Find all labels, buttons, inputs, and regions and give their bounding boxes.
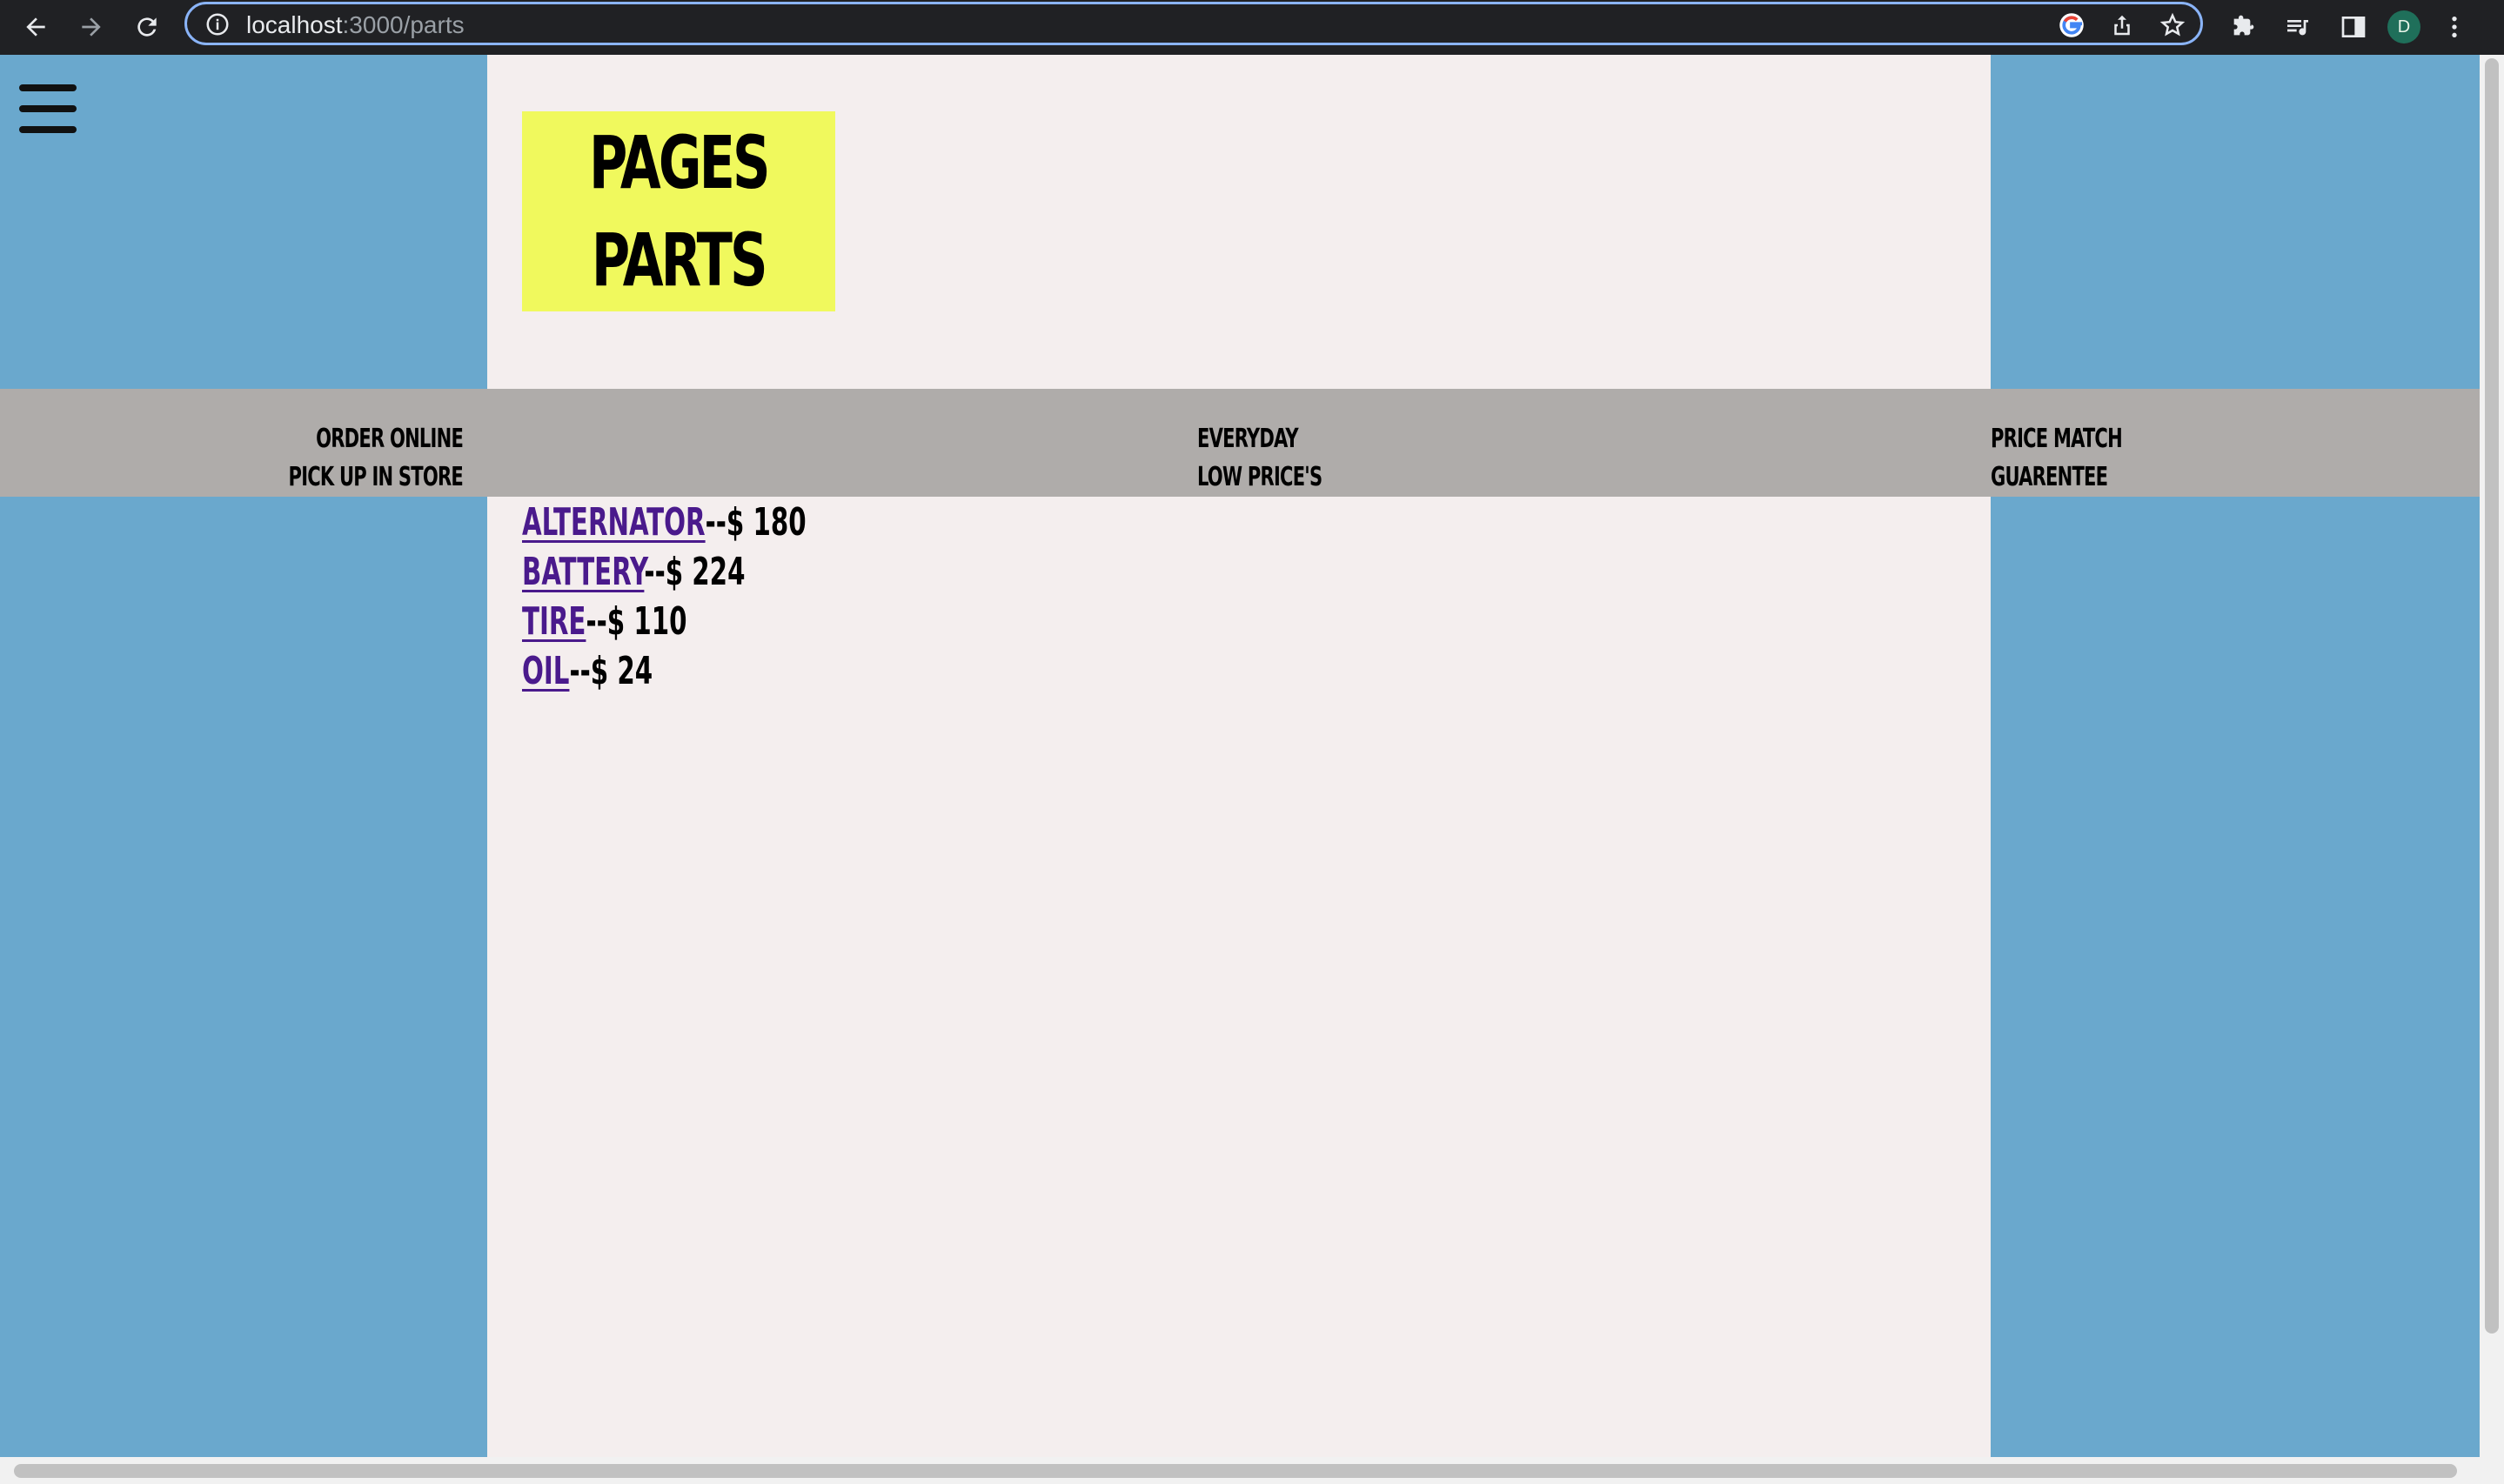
- banner-text: PICK UP IN STORE: [288, 462, 464, 492]
- site-logo[interactable]: PAGES PARTS: [522, 111, 835, 311]
- banner-text: ORDER ONLINE: [316, 424, 464, 454]
- url-host: localhost: [246, 11, 343, 38]
- logo-line-1: PAGES: [589, 120, 771, 205]
- scrollbar-thumb[interactable]: [2485, 58, 2499, 1334]
- scrollbar-thumb[interactable]: [14, 1464, 2457, 1478]
- list-item: ALTERNATOR--$ 180: [522, 498, 807, 547]
- browser-toolbar: localhost:3000/parts D: [0, 0, 2504, 55]
- forward-icon[interactable]: [70, 5, 113, 49]
- banner-text: PRICE MATCH: [1991, 424, 2123, 454]
- right-sidebar-background: [1991, 55, 2480, 1457]
- hamburger-menu-icon[interactable]: [19, 84, 77, 133]
- url-path: :3000/parts: [342, 11, 465, 38]
- menu-dots-icon[interactable]: [2433, 5, 2476, 49]
- banner-text: GUARENTEE: [1991, 462, 2108, 492]
- list-item: TIRE--$ 110: [522, 597, 807, 646]
- part-price: --$ 24: [569, 649, 653, 693]
- side-panel-icon[interactable]: [2332, 5, 2375, 49]
- logo-line-2: PARTS: [592, 217, 768, 303]
- vertical-scrollbar[interactable]: [2480, 55, 2504, 1457]
- banner-order-online: ORDER ONLINE PICK UP IN STORE: [239, 420, 464, 497]
- horizontal-scrollbar[interactable]: [0, 1457, 2504, 1484]
- address-bar[interactable]: localhost:3000/parts: [184, 2, 2203, 45]
- banner-text: LOW PRICE'S: [1197, 462, 1322, 492]
- media-control-icon[interactable]: [2276, 5, 2320, 49]
- reload-icon[interactable]: [125, 5, 169, 49]
- profile-avatar[interactable]: D: [2387, 10, 2420, 43]
- part-price: --$ 110: [586, 599, 687, 644]
- extensions-icon[interactable]: [2220, 5, 2264, 49]
- banner-text: EVERYDAY: [1197, 424, 1299, 454]
- part-link-battery[interactable]: BATTERY: [522, 550, 644, 594]
- list-item: BATTERY--$ 224: [522, 547, 807, 597]
- part-link-tire[interactable]: TIRE: [522, 599, 586, 644]
- bookmark-star-icon[interactable]: [2157, 10, 2188, 41]
- part-link-alternator[interactable]: ALTERNATOR: [522, 500, 706, 545]
- back-icon[interactable]: [14, 5, 57, 49]
- part-price: --$ 224: [644, 550, 746, 594]
- list-item: OIL--$ 24: [522, 646, 807, 696]
- share-icon[interactable]: [2106, 10, 2138, 41]
- parts-list: ALTERNATOR--$ 180 BATTERY--$ 224 TIRE--$…: [522, 498, 906, 696]
- part-link-oil[interactable]: OIL: [522, 649, 569, 693]
- banner-low-prices: EVERYDAY LOW PRICE'S: [1197, 420, 1322, 497]
- url-text[interactable]: localhost:3000/parts: [246, 12, 465, 38]
- banner-price-match: PRICE MATCH GUARENTEE: [1991, 420, 2159, 497]
- promo-banner: ORDER ONLINE PICK UP IN STORE EVERYDAY L…: [0, 389, 2480, 497]
- google-icon[interactable]: [2056, 10, 2087, 41]
- left-sidebar-background: [0, 55, 487, 1457]
- part-price: --$ 180: [705, 500, 807, 545]
- info-icon[interactable]: [204, 11, 231, 37]
